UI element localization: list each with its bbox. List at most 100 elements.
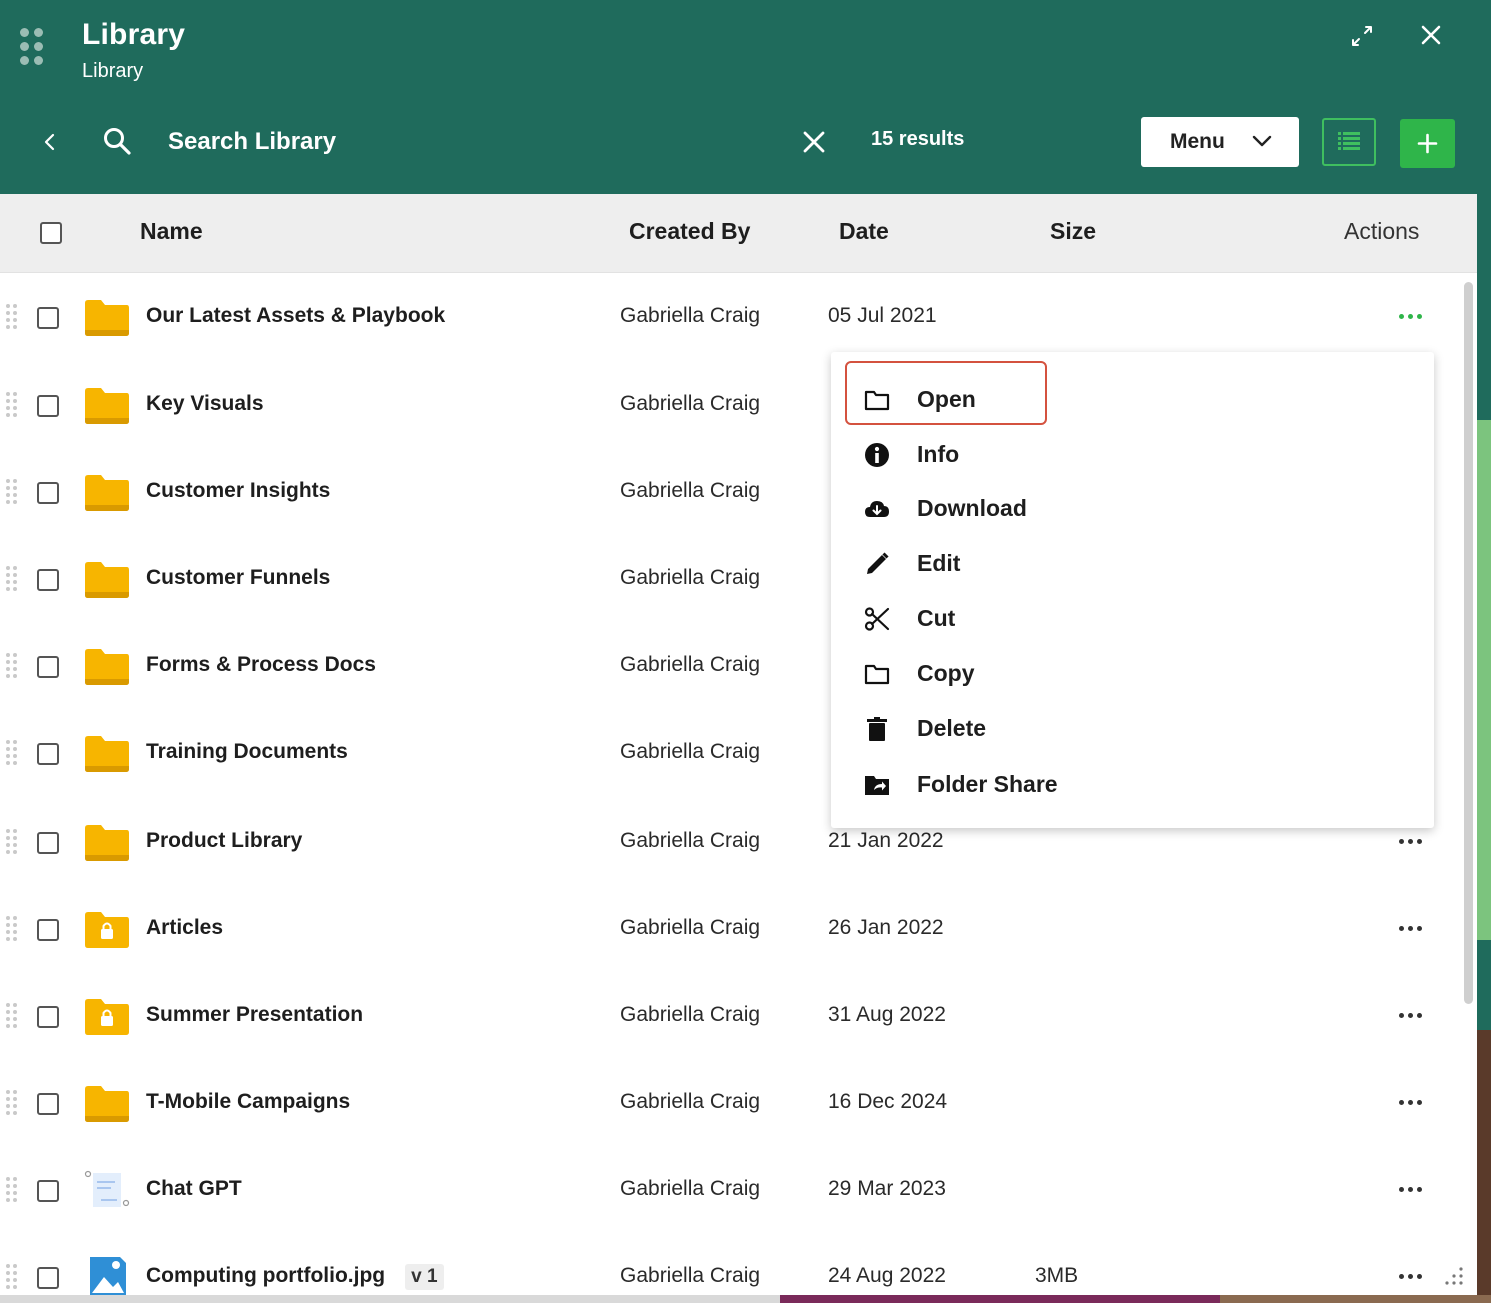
row-date: 05 Jul 2021 bbox=[828, 304, 937, 327]
folder-share-icon bbox=[863, 771, 891, 799]
row-checkbox[interactable] bbox=[37, 1267, 59, 1289]
row-checkbox[interactable] bbox=[37, 919, 59, 941]
image-file-icon bbox=[83, 1253, 131, 1295]
row-name[interactable]: Forms & Process Docs bbox=[146, 653, 376, 677]
folder-icon bbox=[83, 472, 131, 512]
column-size[interactable]: Size bbox=[1050, 218, 1096, 245]
drag-handle-icon[interactable] bbox=[20, 28, 46, 70]
context-menu-item-open[interactable]: Open bbox=[831, 374, 1434, 424]
background-purple-area bbox=[780, 1295, 1220, 1303]
more-actions-icon[interactable] bbox=[1399, 1271, 1425, 1281]
cloud-download-icon bbox=[863, 495, 891, 523]
row-checkbox[interactable] bbox=[37, 569, 59, 591]
row-drag-handle-icon[interactable] bbox=[6, 653, 22, 679]
row-checkbox[interactable] bbox=[37, 1093, 59, 1115]
row-checkbox[interactable] bbox=[37, 307, 59, 329]
row-name[interactable]: Articles bbox=[146, 916, 223, 940]
more-actions-icon[interactable] bbox=[1399, 836, 1425, 846]
search-input[interactable] bbox=[168, 124, 768, 160]
context-menu-item-info[interactable]: Info bbox=[831, 429, 1434, 479]
scrollbar[interactable] bbox=[1464, 282, 1473, 1004]
row-drag-handle-icon[interactable] bbox=[6, 740, 22, 766]
row-drag-handle-icon[interactable] bbox=[6, 1264, 22, 1290]
row-size: 3MB bbox=[1035, 1264, 1079, 1287]
more-actions-icon[interactable] bbox=[1399, 1097, 1425, 1107]
row-drag-handle-icon[interactable] bbox=[6, 304, 22, 330]
row-name[interactable]: Training Documents bbox=[146, 740, 348, 764]
row-name[interactable]: Summer Presentation bbox=[146, 1003, 363, 1027]
row-created-by: Gabriella Craig bbox=[620, 392, 761, 415]
row-drag-handle-icon[interactable] bbox=[6, 479, 22, 505]
row-name[interactable]: Product Library bbox=[146, 829, 302, 853]
row-checkbox[interactable] bbox=[37, 395, 59, 417]
select-all-checkbox[interactable] bbox=[40, 222, 62, 244]
row-checkbox[interactable] bbox=[37, 832, 59, 854]
clear-search-icon[interactable] bbox=[800, 128, 828, 156]
table-row[interactable]: Computing portfolio.jpg v 1 Gabriella Crai… bbox=[0, 1253, 1460, 1295]
row-name[interactable]: Customer Funnels bbox=[146, 566, 330, 590]
row-name-text: Training Documents bbox=[146, 740, 348, 763]
context-menu-item-folder-share[interactable]: Folder Share bbox=[831, 759, 1434, 809]
row-name-text: Chat GPT bbox=[146, 1177, 242, 1200]
menu-dropdown-button[interactable]: Menu bbox=[1141, 117, 1299, 167]
row-created-by: Gabriella Craig bbox=[620, 653, 761, 676]
row-name-text: Customer Insights bbox=[146, 479, 331, 502]
more-actions-icon[interactable] bbox=[1399, 923, 1425, 933]
background-dark-area bbox=[1477, 1030, 1491, 1303]
context-menu-item-copy[interactable]: Copy bbox=[831, 648, 1434, 698]
version-badge: v 1 bbox=[405, 1264, 444, 1290]
column-date[interactable]: Date bbox=[839, 218, 889, 245]
row-date: 24 Aug 2022 bbox=[828, 1264, 946, 1287]
context-menu-item-delete[interactable]: Delete bbox=[831, 703, 1434, 753]
more-actions-icon[interactable] bbox=[1399, 311, 1425, 321]
row-drag-handle-icon[interactable] bbox=[6, 392, 22, 418]
row-drag-handle-icon[interactable] bbox=[6, 1003, 22, 1029]
context-menu-item-download[interactable]: Download bbox=[831, 483, 1434, 533]
search-icon bbox=[104, 128, 131, 155]
row-name[interactable]: T-Mobile Campaigns bbox=[146, 1090, 350, 1114]
add-button[interactable] bbox=[1400, 119, 1455, 168]
trash-icon bbox=[863, 715, 891, 743]
expand-icon[interactable] bbox=[1350, 24, 1374, 48]
row-drag-handle-icon[interactable] bbox=[6, 829, 22, 855]
row-created-by: Gabriella Craig bbox=[620, 1090, 761, 1113]
row-name[interactable]: Computing portfolio.jpg v 1 bbox=[146, 1264, 444, 1290]
context-menu-label: Folder Share bbox=[917, 771, 1058, 797]
context-menu-label: Delete bbox=[917, 715, 987, 741]
table-header: Name Created By Date Size Actions bbox=[0, 194, 1477, 273]
folder-icon bbox=[83, 297, 131, 337]
column-created-by[interactable]: Created By bbox=[629, 218, 750, 245]
row-name[interactable]: Key Visuals bbox=[146, 392, 264, 416]
row-created-by: Gabriella Craig bbox=[620, 479, 761, 502]
row-checkbox[interactable] bbox=[37, 656, 59, 678]
row-checkbox[interactable] bbox=[37, 482, 59, 504]
back-chevron-icon[interactable] bbox=[40, 130, 60, 154]
row-drag-handle-icon[interactable] bbox=[6, 916, 22, 942]
column-name[interactable]: Name bbox=[140, 218, 203, 245]
folder-icon bbox=[83, 385, 131, 425]
row-name[interactable]: Chat GPT bbox=[146, 1177, 242, 1201]
row-name-text: Summer Presentation bbox=[146, 1003, 364, 1026]
more-actions-icon[interactable] bbox=[1399, 1010, 1425, 1020]
row-created-by: Gabriella Craig bbox=[620, 916, 761, 939]
menu-button-label: Menu bbox=[1170, 130, 1225, 153]
more-actions-icon[interactable] bbox=[1399, 1184, 1425, 1194]
list-view-button[interactable] bbox=[1322, 118, 1376, 166]
row-name[interactable]: Customer Insights bbox=[146, 479, 330, 503]
row-drag-handle-icon[interactable] bbox=[6, 1090, 22, 1116]
row-name-text: T-Mobile Campaigns bbox=[146, 1090, 351, 1113]
row-drag-handle-icon[interactable] bbox=[6, 566, 22, 592]
resize-handle-icon[interactable] bbox=[1443, 1265, 1465, 1287]
row-name[interactable]: Our Latest Assets & Playbook bbox=[146, 304, 445, 328]
background-green-area bbox=[1477, 420, 1491, 940]
context-menu: Open Info Download Edit Cut Copy Delete Folder … bbox=[831, 352, 1434, 828]
close-icon[interactable] bbox=[1418, 22, 1444, 48]
row-checkbox[interactable] bbox=[37, 1180, 59, 1202]
row-drag-handle-icon[interactable] bbox=[6, 1177, 22, 1203]
row-checkbox[interactable] bbox=[37, 1006, 59, 1028]
context-menu-item-edit[interactable]: Edit bbox=[831, 538, 1434, 588]
row-checkbox[interactable] bbox=[37, 743, 59, 765]
folder-icon bbox=[83, 1083, 131, 1123]
context-menu-item-cut[interactable]: Cut bbox=[831, 593, 1434, 643]
info-icon bbox=[863, 441, 891, 469]
